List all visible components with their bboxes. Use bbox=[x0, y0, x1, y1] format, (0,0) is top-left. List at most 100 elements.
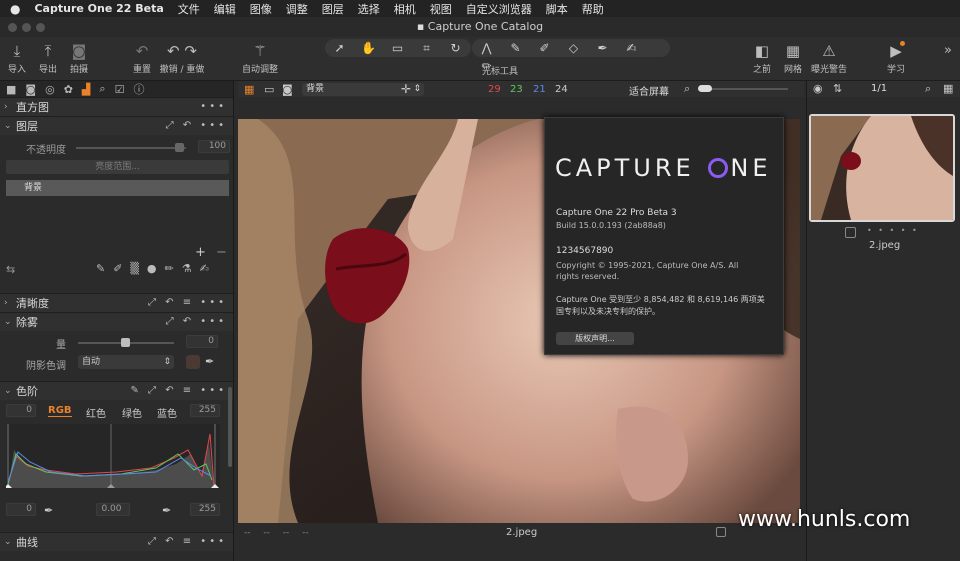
more-icon[interactable]: ••• bbox=[200, 101, 227, 112]
proof-view-icon[interactable]: ◙ bbox=[282, 83, 293, 96]
single-view-icon[interactable]: ▭ bbox=[264, 83, 274, 96]
crop-tool-icon[interactable]: ⌗ bbox=[412, 39, 441, 57]
menu-select[interactable]: 选择 bbox=[358, 1, 380, 17]
thumbnail-rating[interactable]: • • • • • bbox=[867, 226, 919, 235]
lens-tab-icon[interactable]: ◎ bbox=[45, 83, 55, 96]
minimize-window-button[interactable] bbox=[22, 23, 31, 32]
channel-tab-red[interactable]: 红色 bbox=[86, 405, 106, 420]
menu-camera[interactable]: 相机 bbox=[394, 1, 416, 17]
viewer-select-checkbox[interactable] bbox=[716, 527, 726, 537]
undo-redo-button[interactable]: ↶ ↷ 撤销 / 重做 bbox=[158, 40, 206, 75]
zoom-window-button[interactable] bbox=[36, 23, 45, 32]
pan-tool-icon[interactable]: ✋ bbox=[354, 39, 383, 57]
menu-view[interactable]: 视图 bbox=[430, 1, 452, 17]
zoom-out-icon[interactable]: ⌕ bbox=[684, 82, 690, 96]
dehaze-tools-icon[interactable]: ⤢ ↶ ••• bbox=[166, 316, 227, 327]
overflow-chevron-icon[interactable]: » bbox=[944, 43, 952, 58]
menu-layers[interactable]: 图层 bbox=[322, 1, 344, 17]
import-button[interactable]: ⤓ 导入 bbox=[0, 40, 34, 75]
crosshair-icon[interactable]: ✛ bbox=[401, 82, 411, 96]
mask-brush-icon[interactable]: ✐ bbox=[530, 39, 559, 57]
levels-output-white[interactable]: 255 bbox=[190, 503, 220, 516]
capture-tab-icon[interactable]: ◙ bbox=[25, 83, 36, 96]
close-window-button[interactable] bbox=[8, 23, 17, 32]
white-picker-icon[interactable]: ✒ bbox=[162, 504, 171, 517]
rotate-tool-icon[interactable]: ↻ bbox=[441, 39, 470, 57]
color-tab-icon[interactable]: ✿ bbox=[64, 83, 73, 96]
levels-section[interactable]: ⌄ 色阶 ✎ ⤢ ↶ ≡ ••• bbox=[0, 381, 233, 400]
amount-knob[interactable] bbox=[121, 338, 130, 347]
opacity-value[interactable]: 100 bbox=[198, 140, 230, 153]
menu-file[interactable]: 文件 bbox=[178, 1, 200, 17]
channel-tab-blue[interactable]: 蓝色 bbox=[157, 405, 177, 420]
black-picker-icon[interactable]: ✒ bbox=[44, 504, 53, 517]
eraser-icon[interactable]: ◇ bbox=[559, 39, 588, 57]
histogram-section[interactable]: › 直方图 ••• bbox=[0, 97, 233, 116]
keystone-tool-icon[interactable]: ⋀ bbox=[472, 39, 501, 57]
loupe-tool-icon[interactable]: ▭ bbox=[383, 39, 412, 57]
library-tab-icon[interactable]: ■ bbox=[6, 83, 16, 96]
shadow-color-swatch[interactable] bbox=[186, 355, 200, 369]
menu-edit[interactable]: 编辑 bbox=[214, 1, 236, 17]
opacity-slider[interactable] bbox=[76, 147, 186, 149]
swap-icon[interactable]: ⇆ bbox=[6, 263, 15, 276]
levels-input-white[interactable]: 255 bbox=[190, 404, 220, 417]
exposure-tab-icon[interactable]: ▟ bbox=[82, 83, 90, 96]
levels-input-black[interactable]: 0 bbox=[6, 404, 36, 417]
menu-image[interactable]: 图像 bbox=[250, 1, 272, 17]
capture-button[interactable]: ◙ 拍摄 bbox=[62, 40, 96, 75]
reset-button[interactable]: ↶ 重置 bbox=[125, 40, 159, 75]
dehaze-section[interactable]: ⌄ 除雾 ⤢ ↶ ••• bbox=[0, 312, 233, 331]
zoom-fit-label[interactable]: 适合屏幕 bbox=[629, 83, 669, 98]
thumbnail-checkbox[interactable] bbox=[845, 227, 856, 238]
menu-adjust[interactable]: 调整 bbox=[286, 1, 308, 17]
layer-background-row[interactable]: 背景 bbox=[6, 180, 229, 196]
menu-custom-browser[interactable]: 自定义浏览器 bbox=[466, 1, 532, 17]
details-tab-icon[interactable]: ⌕ bbox=[99, 82, 105, 96]
layers-section[interactable]: ⌄ 图层 ⤢ ↶ ••• bbox=[0, 116, 233, 135]
info-tab-icon[interactable]: ⓘ bbox=[133, 81, 144, 97]
curves-section[interactable]: ⌄ 曲线 ⤢ ↶ ≡ ••• bbox=[0, 532, 233, 551]
exposure-warning-button[interactable]: ⚠ 曝光警告 bbox=[808, 40, 850, 75]
shadow-tone-select[interactable]: 自动 ⇕ bbox=[78, 355, 174, 369]
grid-button[interactable]: ▦ 网格 bbox=[776, 40, 810, 75]
auto-adjust-button[interactable]: ⚚ 自动调整 bbox=[240, 40, 280, 75]
layers-tools-icon[interactable]: ⤢ ↶ ••• bbox=[166, 120, 227, 131]
eye-icon[interactable]: ◉ bbox=[813, 82, 823, 95]
add-layer-icon[interactable]: + bbox=[195, 245, 206, 260]
channel-tab-green[interactable]: 绿色 bbox=[122, 405, 142, 420]
clarity-tools-icon[interactable]: ⤢ ↶ ≡ ••• bbox=[148, 297, 227, 308]
before-button[interactable]: ◧ 之前 bbox=[745, 40, 779, 75]
metadata-tab-icon[interactable]: ☑ bbox=[115, 83, 125, 96]
license-button[interactable]: 版权声明... bbox=[556, 332, 634, 345]
tool-panel-scrollbar[interactable] bbox=[228, 387, 232, 467]
eyedropper-icon[interactable]: ✒ bbox=[205, 355, 214, 368]
levels-tools-icon[interactable]: ✎ ⤢ ↶ ≡ ••• bbox=[130, 385, 227, 396]
levels-output-black[interactable]: 0 bbox=[6, 503, 36, 516]
channel-tab-rgb[interactable]: RGB bbox=[48, 405, 72, 417]
levels-histogram[interactable] bbox=[6, 424, 220, 488]
sort-icon[interactable]: ⇅ bbox=[833, 82, 842, 95]
amount-value[interactable]: 0 bbox=[186, 335, 218, 348]
spot-tool-icon[interactable]: ✎ bbox=[501, 39, 530, 57]
search-icon[interactable]: ⌕ bbox=[925, 82, 931, 96]
clarity-section[interactable]: › 清晰度 ⤢ ↶ ≡ ••• bbox=[0, 293, 233, 312]
menu-script[interactable]: 脚本 bbox=[546, 1, 568, 17]
levels-gamma[interactable]: 0.00 bbox=[96, 503, 130, 516]
opacity-knob[interactable] bbox=[175, 143, 184, 152]
zoom-knob[interactable] bbox=[698, 85, 712, 92]
browser-grid-icon[interactable]: ▦ bbox=[943, 82, 953, 95]
thumbnail[interactable] bbox=[809, 114, 955, 222]
remove-layer-icon[interactable]: − bbox=[216, 245, 227, 260]
menu-app[interactable]: Capture One 22 Beta bbox=[34, 2, 163, 15]
select-tool-icon[interactable]: ➚ bbox=[325, 39, 354, 57]
learn-button[interactable]: ▶ 学习 bbox=[879, 40, 913, 75]
apple-icon[interactable]: ● bbox=[10, 2, 20, 16]
picker-icon[interactable]: ✒ bbox=[588, 39, 617, 57]
grid-view-icon[interactable]: ▦ bbox=[244, 83, 254, 96]
menu-help[interactable]: 帮助 bbox=[582, 1, 604, 17]
annotation-icon[interactable]: ✍ bbox=[617, 39, 646, 57]
luma-range-button[interactable]: 亮度范围... bbox=[6, 160, 229, 174]
export-button[interactable]: ⤒ 导出 bbox=[31, 40, 65, 75]
layer-brush-tools[interactable]: ✎✐▒●✏⚗✍ bbox=[96, 262, 217, 275]
